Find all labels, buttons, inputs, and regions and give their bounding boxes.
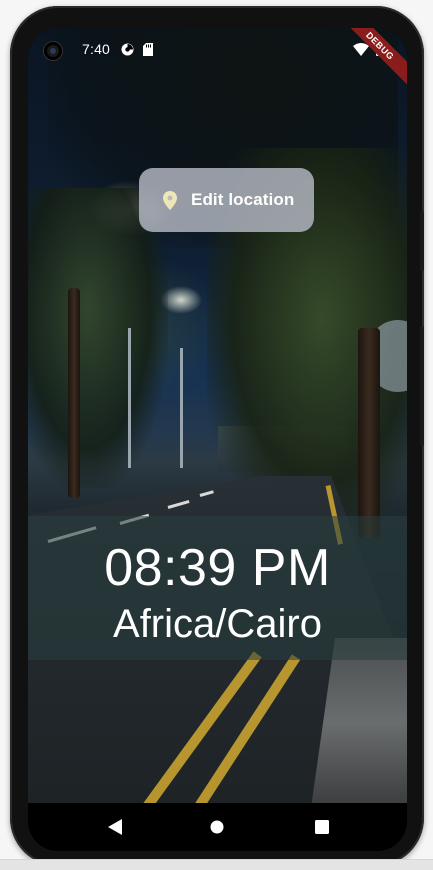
edit-location-button[interactable]: Edit location (139, 168, 314, 232)
back-icon[interactable] (103, 815, 127, 839)
location-pin-icon (163, 190, 179, 210)
power-button (420, 326, 424, 446)
camera-icon (44, 42, 62, 60)
status-bar: 7:40 DEBUG (28, 28, 407, 91)
phone-screen: 7:40 DEBUG Edit location 08:39 PM Africa… (28, 28, 407, 851)
media-icon (120, 42, 134, 56)
phone-frame: 7:40 DEBUG Edit location 08:39 PM Africa… (10, 6, 424, 866)
clock-time: 08:39 PM (104, 539, 331, 597)
home-icon[interactable] (205, 815, 229, 839)
status-time: 7:40 (82, 41, 111, 57)
clock-timezone: Africa/Cairo (113, 602, 322, 646)
sd-card-icon (142, 42, 154, 56)
horizontal-scrollbar[interactable] (0, 859, 433, 870)
navigation-bar (28, 803, 407, 851)
edit-location-label: Edit location (191, 190, 295, 209)
volume-button (420, 211, 424, 271)
night-street-background (28, 28, 407, 811)
recents-icon[interactable] (310, 815, 334, 839)
